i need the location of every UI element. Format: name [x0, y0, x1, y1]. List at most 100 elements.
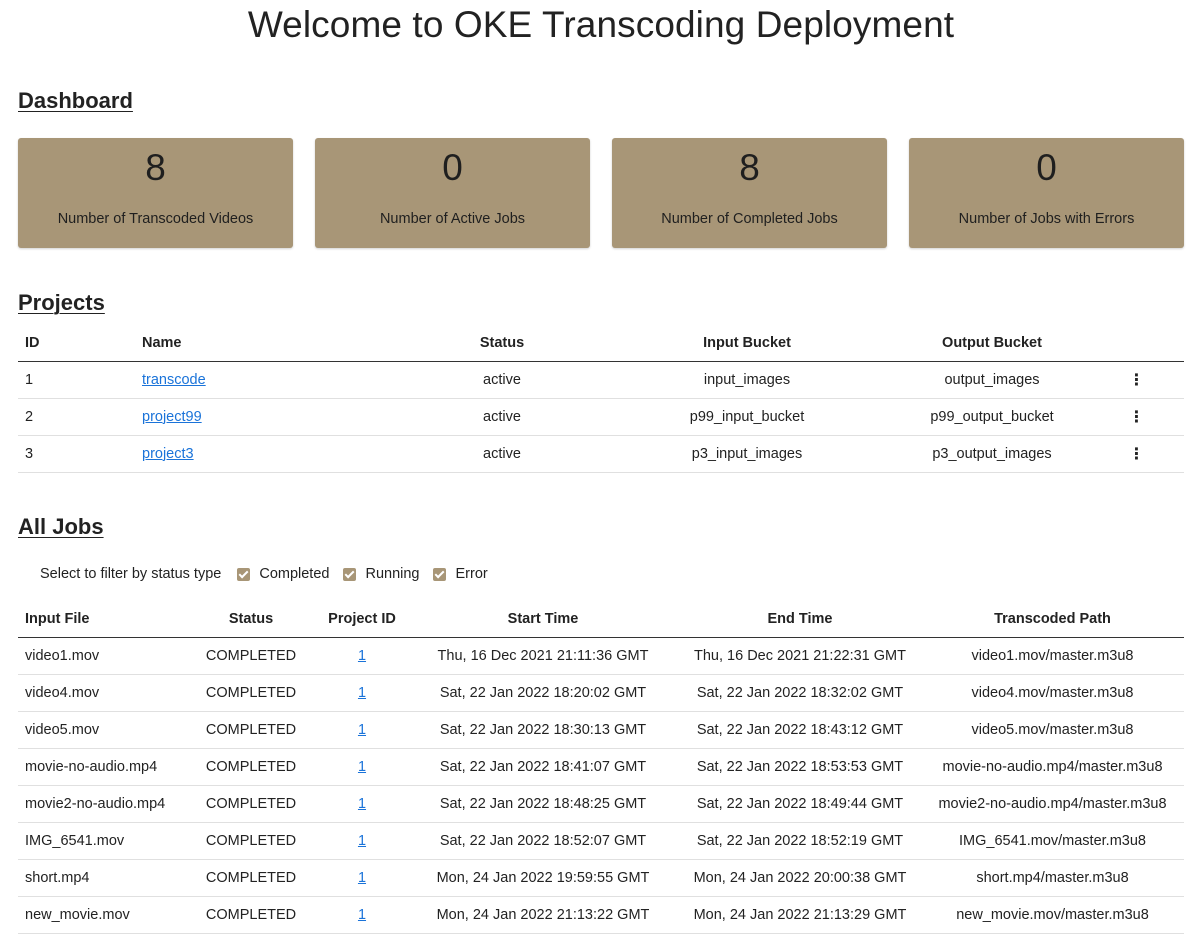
- project-input-bucket: input_images: [597, 361, 897, 399]
- job-end-time: Thu, 16 Dec 2021 21:22:31 GMT: [679, 637, 921, 675]
- card-value: 8: [145, 147, 166, 188]
- dashboard-title: Dashboard: [18, 88, 133, 113]
- project-output-bucket: output_images: [897, 361, 1087, 399]
- project-name-link[interactable]: project99: [142, 409, 202, 425]
- job-project-link[interactable]: 1: [358, 759, 366, 775]
- job-start-time: Mon, 24 Jan 2022 19:59:55 GMT: [407, 859, 679, 897]
- col-header-input-file: Input File: [18, 601, 185, 638]
- job-end-time: Sat, 22 Jan 2022 18:43:12 GMT: [679, 711, 921, 749]
- card-label: Number of Jobs with Errors: [958, 211, 1135, 227]
- card-value: 0: [1036, 147, 1057, 188]
- job-transcoded-path: new_movie.mov/master.m3u8: [921, 896, 1184, 934]
- project-name-link[interactable]: transcode: [142, 372, 206, 388]
- checkbox-checked-icon[interactable]: [237, 567, 251, 581]
- col-header-end-time: End Time: [679, 601, 921, 638]
- job-input-file: short.mp4: [18, 859, 185, 897]
- job-project-link[interactable]: 1: [358, 796, 366, 812]
- checkbox-checked-icon[interactable]: [433, 567, 447, 581]
- more-vertical-icon[interactable]: ⋮: [1129, 370, 1145, 390]
- more-vertical-icon[interactable]: ⋮: [1129, 444, 1145, 464]
- filter-label: Select to filter by status type: [40, 566, 222, 582]
- table-row: 1 transcode active input_images output_i…: [18, 361, 1184, 399]
- project-status: active: [407, 361, 597, 399]
- table-row: short.mp4 COMPLETED 1 Mon, 24 Jan 2022 1…: [18, 859, 1184, 897]
- table-row: movie2-no-audio.mp4 COMPLETED 1 Sat, 22 …: [18, 785, 1184, 823]
- col-header-start-time: Start Time: [407, 601, 679, 638]
- job-start-time: Thu, 16 Dec 2021 21:11:36 GMT: [407, 637, 679, 675]
- job-project-link[interactable]: 1: [358, 833, 366, 849]
- job-status: COMPLETED: [185, 748, 317, 786]
- table-row: video5.mov COMPLETED 1 Sat, 22 Jan 2022 …: [18, 711, 1184, 749]
- col-header-input-bucket: Input Bucket: [597, 325, 897, 362]
- job-status: COMPLETED: [185, 785, 317, 823]
- project-output-bucket: p99_output_bucket: [897, 398, 1087, 436]
- card-label: Number of Transcoded Videos: [57, 211, 254, 227]
- filter-completed-checkbox[interactable]: Completed: [237, 566, 329, 582]
- project-status: active: [407, 398, 597, 436]
- job-end-time: Sat, 22 Jan 2022 18:49:44 GMT: [679, 785, 921, 823]
- job-transcoded-path: video1.mov/master.m3u8: [921, 637, 1184, 675]
- completed-jobs-card: 8 Number of Completed Jobs: [612, 138, 887, 248]
- project-output-bucket: p3_output_images: [897, 435, 1087, 473]
- project-input-bucket: p3_input_images: [597, 435, 897, 473]
- job-input-file: new_movie.mov: [18, 896, 185, 934]
- projects-header-row: ID Name Status Input Bucket Output Bucke…: [18, 325, 1184, 362]
- job-end-time: Sat, 22 Jan 2022 18:53:53 GMT: [679, 748, 921, 786]
- filter-option-label: Error: [455, 566, 488, 582]
- jobs-title: All Jobs: [18, 514, 104, 539]
- job-status: COMPLETED: [185, 711, 317, 749]
- table-row: new_movie.mov COMPLETED 1 Mon, 24 Jan 20…: [18, 896, 1184, 934]
- filter-option-label: Running: [365, 566, 420, 582]
- job-project-link[interactable]: 1: [358, 870, 366, 886]
- transcoded-videos-card: 8 Number of Transcoded Videos: [18, 138, 293, 248]
- job-transcoded-path: movie-no-audio.mp4/master.m3u8: [921, 748, 1184, 786]
- job-project-link[interactable]: 1: [358, 722, 366, 738]
- job-transcoded-path: movie2-no-audio.mp4/master.m3u8: [921, 785, 1184, 823]
- job-status: COMPLETED: [185, 822, 317, 860]
- filter-error-checkbox[interactable]: Error: [433, 566, 488, 582]
- job-end-time: Sat, 22 Jan 2022 18:52:19 GMT: [679, 822, 921, 860]
- more-vertical-icon[interactable]: ⋮: [1129, 407, 1145, 427]
- col-header-name: Name: [135, 325, 407, 362]
- job-status: COMPLETED: [185, 674, 317, 712]
- job-start-time: Sat, 22 Jan 2022 18:30:13 GMT: [407, 711, 679, 749]
- card-value: 8: [739, 147, 760, 188]
- job-end-time: Sat, 22 Jan 2022 18:32:02 GMT: [679, 674, 921, 712]
- job-project-link[interactable]: 1: [358, 907, 366, 923]
- col-header-status: Status: [407, 325, 597, 362]
- job-input-file: video1.mov: [18, 637, 185, 675]
- jobs-header-row: Input File Status Project ID Start Time …: [18, 601, 1184, 638]
- projects-title: Projects: [18, 290, 105, 315]
- col-header-id: ID: [18, 325, 135, 362]
- job-status: COMPLETED: [185, 896, 317, 934]
- job-input-file: movie-no-audio.mp4: [18, 748, 185, 786]
- dashboard-cards: 8 Number of Transcoded Videos 0 Number o…: [18, 138, 1184, 248]
- project-id: 1: [18, 361, 135, 399]
- project-input-bucket: p99_input_bucket: [597, 398, 897, 436]
- table-row: video4.mov COMPLETED 1 Sat, 22 Jan 2022 …: [18, 674, 1184, 712]
- project-name-link[interactable]: project3: [142, 446, 194, 462]
- job-start-time: Sat, 22 Jan 2022 18:41:07 GMT: [407, 748, 679, 786]
- job-input-file: IMG_6541.mov: [18, 822, 185, 860]
- job-transcoded-path: short.mp4/master.m3u8: [921, 859, 1184, 897]
- job-start-time: Mon, 24 Jan 2022 21:13:22 GMT: [407, 896, 679, 934]
- projects-table: ID Name Status Input Bucket Output Bucke…: [18, 325, 1184, 473]
- job-project-link[interactable]: 1: [358, 685, 366, 701]
- card-label: Number of Completed Jobs: [661, 211, 838, 227]
- jobs-table: Input File Status Project ID Start Time …: [18, 601, 1184, 934]
- job-transcoded-path: video4.mov/master.m3u8: [921, 674, 1184, 712]
- col-header-status: Status: [185, 601, 317, 638]
- filter-running-checkbox[interactable]: Running: [343, 566, 419, 582]
- checkbox-checked-icon[interactable]: [343, 567, 357, 581]
- active-jobs-card: 0 Number of Active Jobs: [315, 138, 590, 248]
- filter-option-label: Completed: [259, 566, 330, 582]
- col-header-transcoded-path: Transcoded Path: [921, 601, 1184, 638]
- job-end-time: Mon, 24 Jan 2022 20:00:38 GMT: [679, 859, 921, 897]
- job-project-link[interactable]: 1: [358, 648, 366, 664]
- job-status: COMPLETED: [185, 637, 317, 675]
- error-jobs-card: 0 Number of Jobs with Errors: [909, 138, 1184, 248]
- table-row: video1.mov COMPLETED 1 Thu, 16 Dec 2021 …: [18, 637, 1184, 675]
- project-id: 2: [18, 398, 135, 436]
- job-start-time: Sat, 22 Jan 2022 18:52:07 GMT: [407, 822, 679, 860]
- job-input-file: movie2-no-audio.mp4: [18, 785, 185, 823]
